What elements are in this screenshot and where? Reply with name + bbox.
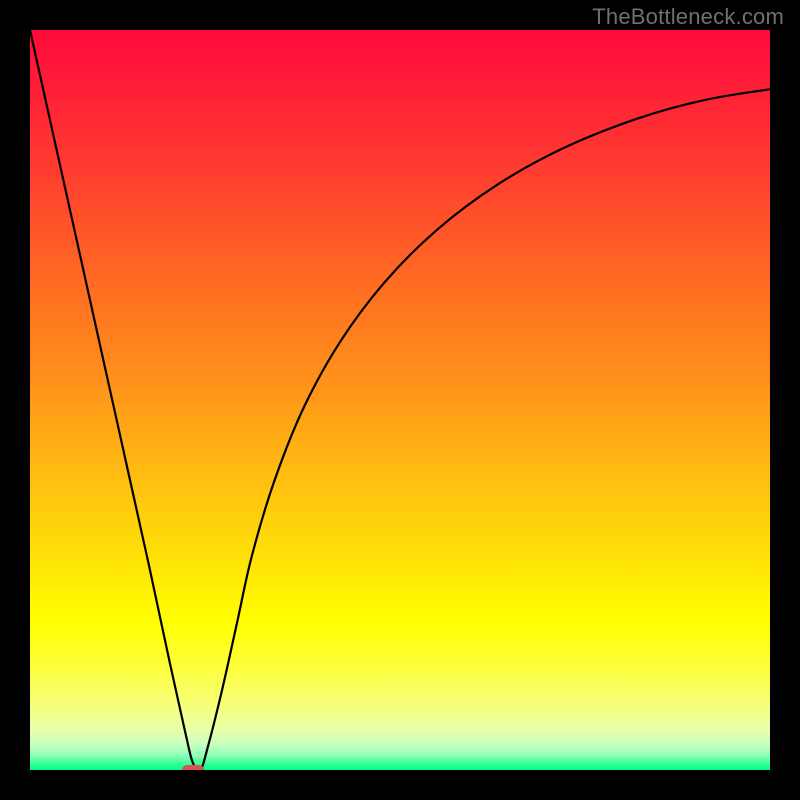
- min-marker: [182, 765, 204, 770]
- watermark-text: TheBottleneck.com: [592, 4, 784, 30]
- chart-frame: TheBottleneck.com: [0, 0, 800, 800]
- plot-area: [30, 30, 770, 770]
- bottleneck-curve: [30, 30, 770, 770]
